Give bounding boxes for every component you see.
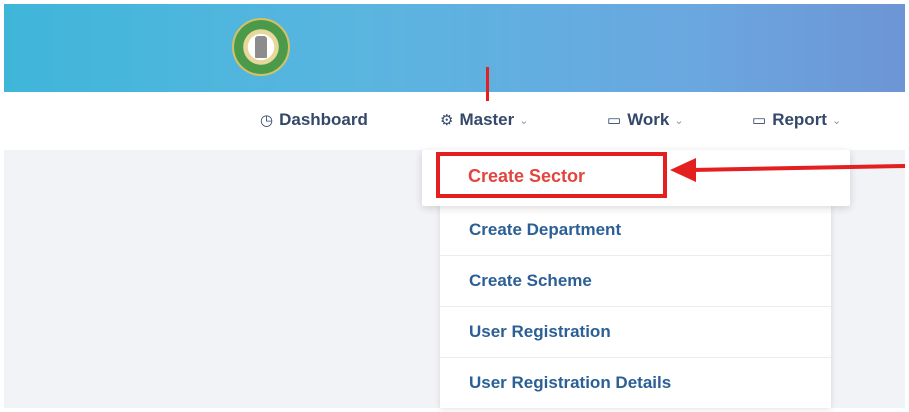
chevron-down-icon: ⌄ (674, 114, 684, 127)
nav-report[interactable]: ▭ Report ⌄ (752, 108, 841, 132)
nav-report-label: Report (772, 110, 827, 129)
menu-item-user-registration[interactable]: User Registration (440, 306, 831, 357)
nav-dashboard-label: Dashboard (279, 110, 368, 129)
highlight-box (436, 152, 667, 198)
nav-master-label: Master (459, 110, 515, 129)
arrow-annotation (670, 158, 906, 182)
emblem-pillar (255, 36, 267, 58)
nav-work[interactable]: ▭ Work ⌄ (607, 108, 684, 132)
clock-icon: ◷ (260, 112, 274, 129)
chevron-down-icon: ⌄ (831, 114, 842, 127)
chevron-down-icon: ⌄ (519, 114, 529, 127)
gear-icon: ⚙ (440, 112, 454, 129)
window-icon: ▭ (607, 112, 622, 129)
master-dropdown: Create Department Create Scheme User Reg… (440, 204, 831, 408)
nav-master[interactable]: ⚙ Master ⌄ (440, 108, 528, 132)
arrow-shaft (691, 164, 906, 172)
emblem-logo (232, 18, 290, 76)
menu-item-user-registration-details[interactable]: User Registration Details (440, 357, 831, 408)
nav-work-label: Work (627, 110, 670, 129)
top-nav: ◷ Dashboard ⚙ Master ⌄ ▭ Work ⌄ ▭ Report… (4, 92, 905, 150)
menu-item-create-scheme[interactable]: Create Scheme (440, 255, 831, 306)
window-icon: ▭ (752, 112, 767, 129)
menu-item-create-department[interactable]: Create Department (440, 204, 831, 255)
arrow-head (670, 158, 696, 182)
header-banner (4, 4, 905, 92)
pointer-marker (486, 67, 489, 101)
nav-dashboard[interactable]: ◷ Dashboard (260, 108, 368, 132)
